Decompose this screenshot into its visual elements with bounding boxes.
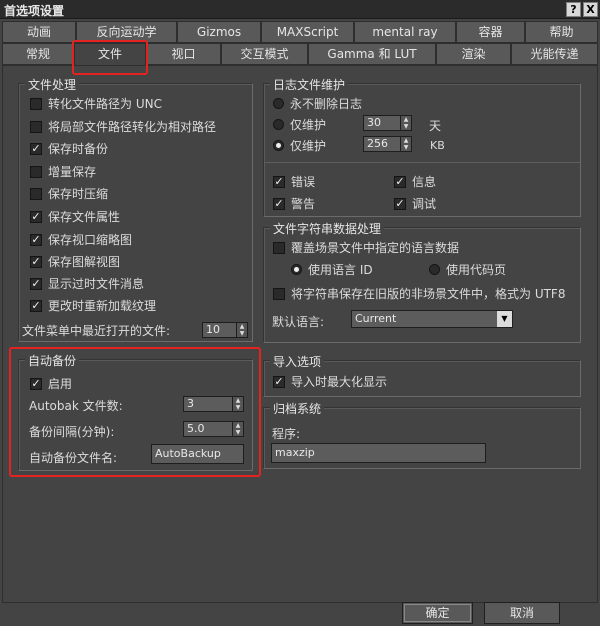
recent-files-label: 文件菜单中最近打开的文件: — [22, 324, 171, 338]
use-code-page-radio[interactable]: 使用代码页 — [429, 261, 506, 278]
log-days-value[interactable]: 30 — [363, 115, 401, 131]
spin-up-icon[interactable]: ▲ — [233, 422, 243, 429]
backup-interval-value[interactable]: 5.0 — [183, 421, 233, 437]
option-display-old-version-message[interactable]: ✓ 显示过时文件消息 — [30, 275, 144, 292]
option-unc-paths[interactable]: 转化文件路径为 UNC — [30, 95, 162, 112]
option-backup-on-save[interactable]: ✓ 保存时备份 — [30, 140, 108, 157]
checkbox[interactable] — [30, 165, 42, 178]
save-legacy-utf8-checkbox[interactable]: 将字符串保存在旧版的非场景文件中，格式为 UTF8 — [273, 285, 565, 302]
option-increment-on-save[interactable]: 增量保存 — [30, 163, 96, 180]
default-language-value: Current — [355, 312, 397, 325]
checkbox-checked[interactable]: ✓ — [30, 377, 42, 390]
log-info-checkbox[interactable]: ✓ 信息 — [394, 173, 436, 190]
recent-files-value[interactable]: 10 — [202, 322, 237, 338]
checkbox-checked[interactable]: ✓ — [30, 255, 42, 268]
log-kb-value[interactable]: 256 — [363, 136, 401, 152]
checkbox[interactable] — [30, 120, 42, 133]
tab-viewports[interactable]: 视口 — [146, 43, 221, 65]
import-options-title: 导入选项 — [270, 353, 325, 370]
log-days-spinner[interactable]: 30 ▲ ▼ — [363, 115, 412, 131]
auto-backup-title: 自动备份 — [25, 352, 80, 369]
log-debug-checkbox[interactable]: ✓ 调试 — [394, 195, 436, 212]
window-title: 首选项设置 — [4, 4, 65, 18]
tab-gizmos[interactable]: Gizmos — [177, 21, 261, 43]
tab-containers[interactable]: 容器 — [456, 21, 525, 43]
spin-down-icon[interactable]: ▼ — [401, 123, 411, 130]
file-handling-title: 文件处理 — [25, 76, 80, 93]
tab-help[interactable]: 帮助 — [525, 21, 598, 43]
tab-radiosity[interactable]: 光能传递 — [511, 43, 598, 65]
checkbox-checked[interactable]: ✓ — [30, 277, 42, 290]
override-language-checkbox[interactable]: 覆盖场景文件中指定的语言数据 — [273, 239, 459, 256]
tab-gamma-lut[interactable]: Gamma 和 LUT — [308, 43, 436, 65]
option-save-viewport-thumbnail[interactable]: ✓ 保存视口缩略图 — [30, 231, 132, 248]
tab-animation[interactable]: 动画 — [2, 21, 76, 43]
archive-program-label: 程序: — [272, 427, 301, 441]
kb-unit: KB — [430, 139, 445, 152]
checkbox-checked[interactable]: ✓ — [30, 233, 42, 246]
spin-up-icon[interactable]: ▲ — [237, 323, 247, 330]
spin-down-icon[interactable]: ▼ — [233, 429, 243, 436]
recent-files-spinner[interactable]: 10 ▲ ▼ — [202, 322, 248, 338]
ok-button[interactable]: 确定 — [402, 602, 473, 624]
option-reload-textures[interactable]: ✓ 更改时重新加载纹理 — [30, 297, 156, 314]
spin-down-icon[interactable]: ▼ — [233, 404, 243, 411]
tab-interaction-mode[interactable]: 交互模式 — [221, 43, 308, 65]
tab-ik[interactable]: 反向运动学 — [76, 21, 177, 43]
autobak-count-spinner[interactable]: 3 ▲ ▼ — [183, 396, 244, 412]
tab-rendering[interactable]: 渲染 — [436, 43, 511, 65]
auto-backup-enable[interactable]: ✓ 启用 — [30, 375, 72, 392]
maximize-on-import-checkbox[interactable]: ✓ 导入时最大化显示 — [273, 373, 387, 390]
checkbox[interactable] — [30, 187, 42, 200]
backup-interval-spinner[interactable]: 5.0 ▲ ▼ — [183, 421, 244, 437]
spin-down-icon[interactable]: ▼ — [237, 330, 247, 337]
tab-mental-ray[interactable]: mental ray — [354, 21, 456, 43]
log-errors-checkbox[interactable]: ✓ 错误 — [273, 173, 315, 190]
tab-general[interactable]: 常规 — [2, 43, 74, 65]
option-save-schematic-view[interactable]: ✓ 保存图解视图 — [30, 253, 120, 270]
log-keep-days-radio[interactable]: 仅维护 — [273, 116, 326, 133]
log-never-delete-radio[interactable]: 永不删除日志 — [273, 95, 362, 112]
archive-title: 归档系统 — [270, 400, 325, 417]
string-data-title: 文件字符串数据处理 — [270, 220, 385, 237]
autobak-count-label: Autobak 文件数: — [29, 399, 123, 413]
checkbox-checked[interactable]: ✓ — [30, 210, 42, 223]
spin-down-icon[interactable]: ▼ — [401, 144, 411, 151]
tab-files[interactable]: 文件 — [74, 43, 146, 66]
checkbox[interactable] — [30, 97, 42, 110]
spin-up-icon[interactable]: ▲ — [233, 397, 243, 404]
close-button[interactable]: X — [583, 2, 598, 17]
checkbox-checked[interactable]: ✓ — [30, 142, 42, 155]
archive-program-field[interactable]: maxzip — [271, 443, 486, 463]
use-language-id-radio[interactable]: 使用语言 ID — [291, 261, 373, 278]
option-relative-paths[interactable]: 将局部文件路径转化为相对路径 — [30, 118, 216, 135]
backup-filename-field[interactable]: AutoBackup — [151, 444, 244, 464]
log-kb-spinner[interactable]: 256 ▲ ▼ — [363, 136, 412, 152]
log-keep-kb-radio[interactable]: 仅维护 — [273, 137, 326, 154]
cancel-button[interactable]: 取消 — [484, 602, 560, 624]
spin-up-icon[interactable]: ▲ — [401, 137, 411, 144]
days-unit: 天 — [429, 119, 442, 133]
title-bar: 首选项设置 ? X — [0, 0, 600, 19]
backup-filename-label: 自动备份文件名: — [29, 451, 118, 465]
option-save-file-properties[interactable]: ✓ 保存文件属性 — [30, 208, 120, 225]
option-compress-on-save[interactable]: 保存时压缩 — [30, 185, 108, 202]
spin-up-icon[interactable]: ▲ — [401, 116, 411, 123]
chevron-down-icon[interactable]: ▼ — [497, 311, 512, 327]
divider — [264, 162, 580, 163]
autobak-count-value[interactable]: 3 — [183, 396, 233, 412]
log-maintenance-title: 日志文件维护 — [270, 76, 349, 93]
tab-maxscript[interactable]: MAXScript — [261, 21, 354, 43]
default-language-label: 默认语言: — [272, 315, 325, 329]
backup-interval-label: 备份间隔(分钟): — [29, 425, 115, 439]
default-language-dropdown[interactable]: Current ▼ — [351, 310, 513, 328]
checkbox-checked[interactable]: ✓ — [30, 299, 42, 312]
help-button[interactable]: ? — [566, 2, 581, 17]
log-warnings-checkbox[interactable]: ✓ 警告 — [273, 195, 315, 212]
